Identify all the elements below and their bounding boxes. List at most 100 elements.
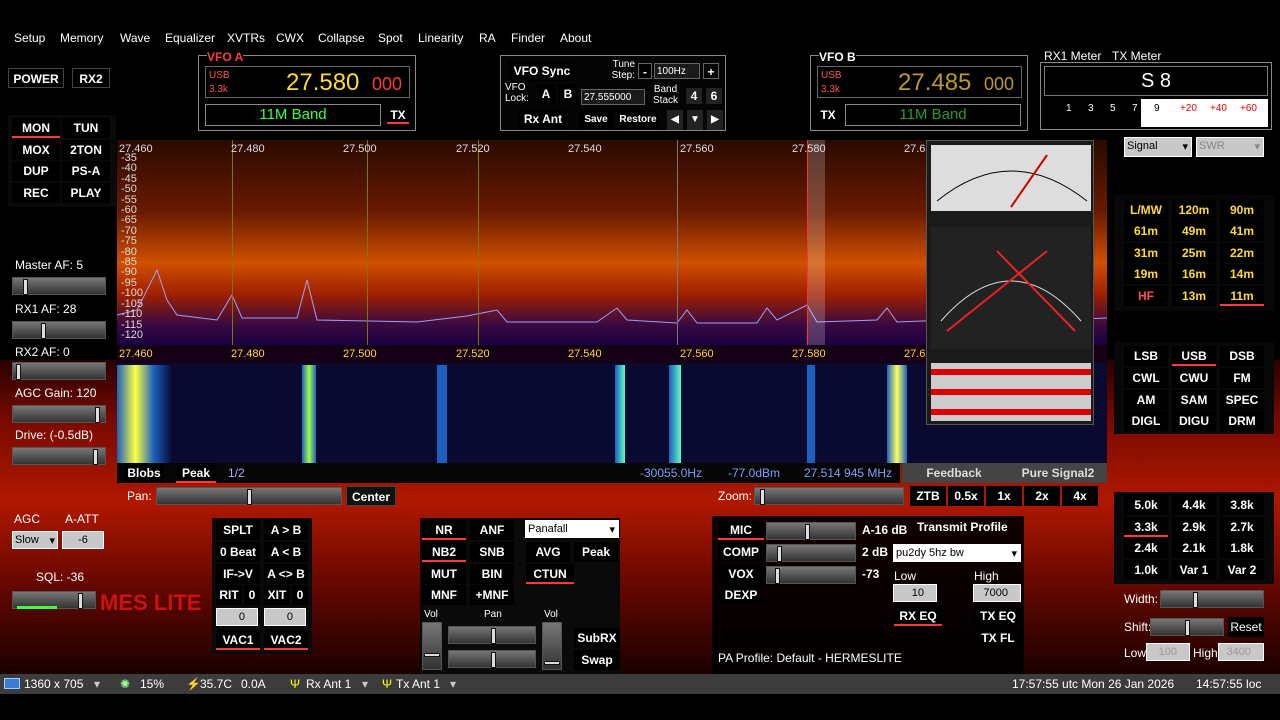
low-input[interactable]: 100 [1146, 643, 1190, 661]
menu-xvtrs[interactable]: XVTRs [227, 31, 265, 45]
band-11m[interactable]: 11m [1220, 286, 1264, 306]
menu-finder[interactable]: Finder [511, 31, 545, 45]
band-19m[interactable]: 19m [1124, 264, 1168, 284]
menu-collapse[interactable]: Collapse [318, 31, 365, 45]
meter-rx-select[interactable]: Signal ▾ [1124, 137, 1192, 157]
swap-ab-button[interactable]: A <> B [264, 564, 308, 584]
band-31m[interactable]: 31m [1124, 243, 1168, 263]
left-arrow-icon[interactable]: ◀ [667, 110, 683, 130]
band-90m[interactable]: 90m [1220, 200, 1264, 220]
vfo-b-tx-button[interactable]: TX [817, 106, 839, 124]
band-13m[interactable]: 13m [1172, 286, 1216, 306]
band-120m[interactable]: 120m [1172, 200, 1216, 220]
a-to-b-button[interactable]: A > B [264, 520, 308, 540]
band-lmw[interactable]: L/MW [1124, 200, 1168, 220]
ctun-button[interactable]: CTUN [526, 564, 574, 584]
nb2-button[interactable]: NB2 [422, 542, 466, 562]
mode-sam[interactable]: SAM [1172, 390, 1216, 410]
band-41m[interactable]: 41m [1220, 221, 1264, 241]
dup-button[interactable]: DUP [12, 161, 60, 181]
filter-4-4k[interactable]: 4.4k [1172, 495, 1216, 515]
rx-ant-button[interactable]: Rx Ant [519, 109, 567, 129]
zoom-1x-button[interactable]: 1x [986, 486, 1022, 506]
comp-slider[interactable] [766, 544, 856, 562]
master-af-slider[interactable] [12, 277, 106, 295]
band-49m[interactable]: 49m [1172, 221, 1216, 241]
filter-3-3k[interactable]: 3.3k [1124, 517, 1168, 537]
resolution-status[interactable]: 1360 x 705 [24, 677, 83, 691]
display-mode-select[interactable]: Panafall ▾ [525, 520, 619, 538]
band-25m[interactable]: 25m [1172, 243, 1216, 263]
band-stack-6-button[interactable]: 6 [706, 88, 722, 104]
b-to-a-button[interactable]: A < B [264, 542, 308, 562]
xit-input[interactable]: 0 [264, 608, 306, 626]
save-button[interactable]: Save [579, 110, 613, 130]
comp-button[interactable]: COMP [718, 542, 764, 562]
mode-fm[interactable]: FM [1220, 368, 1264, 388]
step-up-button[interactable]: + [703, 63, 719, 79]
down-arrow-icon[interactable]: ▼ [687, 110, 703, 130]
band-14m[interactable]: 14m [1220, 264, 1264, 284]
rx-eq-button[interactable]: RX EQ [894, 606, 942, 626]
avg-button[interactable]: AVG [526, 542, 570, 562]
filter-1-8k[interactable]: 1.8k [1220, 538, 1264, 558]
snb-button[interactable]: SNB [470, 542, 514, 562]
rx-pan-slider[interactable] [448, 626, 536, 644]
rit-button[interactable]: RIT [216, 585, 242, 605]
filter-1k[interactable]: 1.0k [1124, 560, 1168, 580]
rit-input[interactable]: 0 [216, 608, 258, 626]
mic-slider[interactable] [766, 522, 856, 540]
step-down-button[interactable]: - [638, 63, 652, 79]
vfo-lock-freq[interactable]: 27.555000 [581, 89, 645, 105]
mode-dsb[interactable]: DSB [1220, 346, 1264, 366]
vac2-button[interactable]: VAC2 [264, 630, 308, 650]
band-16m[interactable]: 16m [1172, 264, 1216, 284]
band-stack-4-button[interactable]: 4 [686, 88, 702, 104]
menu-linearity[interactable]: Linearity [418, 31, 463, 45]
if-to-v-button[interactable]: IF->V [216, 564, 260, 584]
width-slider[interactable] [1160, 590, 1264, 608]
blobs-button[interactable]: Blobs [124, 463, 164, 483]
rx1-af-slider[interactable] [12, 321, 106, 339]
plus-mnf-button[interactable]: +MNF [470, 585, 514, 605]
subrx-button[interactable]: SubRX [574, 628, 620, 648]
filter-2-9k[interactable]: 2.9k [1172, 517, 1216, 537]
nr-button[interactable]: NR [422, 520, 466, 540]
vfo-lock-b-button[interactable]: B [559, 84, 577, 104]
menu-about[interactable]: About [560, 31, 591, 45]
menu-ra[interactable]: RA [479, 31, 496, 45]
zoom-05x-button[interactable]: 0.5x [948, 486, 984, 506]
rx-antenna-status[interactable]: Rx Ant 1 [306, 677, 351, 691]
chevron-down-icon[interactable]: ▾ [94, 677, 100, 691]
band-hf[interactable]: HF [1124, 286, 1168, 306]
tx-eq-button[interactable]: TX EQ [974, 606, 1022, 626]
mode-digl[interactable]: DIGL [1124, 411, 1168, 431]
mic-button[interactable]: MIC [718, 520, 764, 540]
menu-setup[interactable]: Setup [14, 31, 45, 45]
peak-button[interactable]: Peak [176, 463, 216, 483]
zero-beat-button[interactable]: 0 Beat [216, 542, 260, 562]
vfo-a-band[interactable]: 11M Band [205, 104, 381, 126]
mut-button[interactable]: MUT [422, 564, 466, 584]
xit-button[interactable]: XIT [264, 585, 290, 605]
mode-digu[interactable]: DIGU [1172, 411, 1216, 431]
vfo-b-display[interactable]: USB 3.3k 27.485 000 [817, 66, 1022, 98]
drive-slider[interactable] [12, 447, 106, 465]
subrx-vol-slider[interactable] [542, 622, 562, 670]
att-stepper[interactable]: -6 [62, 531, 104, 549]
mode-cwl[interactable]: CWL [1124, 368, 1168, 388]
vfo-a-tx-button[interactable]: TX [387, 106, 409, 124]
chevron-down-icon[interactable]: ▾ [450, 677, 456, 691]
band-22m[interactable]: 22m [1220, 243, 1264, 263]
transmit-profile-select[interactable]: pu2dy 5hz bw ▾ [893, 544, 1021, 562]
zoom-slider[interactable] [754, 487, 904, 505]
tx-low-input[interactable]: 10 [893, 584, 937, 602]
feedback-button[interactable]: Feedback [920, 463, 988, 483]
mode-am[interactable]: AM [1124, 390, 1168, 410]
vfo-lock-a-button[interactable]: A [537, 84, 555, 104]
rx2-af-slider[interactable] [12, 362, 106, 380]
high-input[interactable]: 3400 [1218, 643, 1264, 661]
chevron-down-icon[interactable]: ▾ [362, 677, 368, 691]
filter-2-1k[interactable]: 2.1k [1172, 538, 1216, 558]
2ton-button[interactable]: 2TON [62, 140, 110, 160]
